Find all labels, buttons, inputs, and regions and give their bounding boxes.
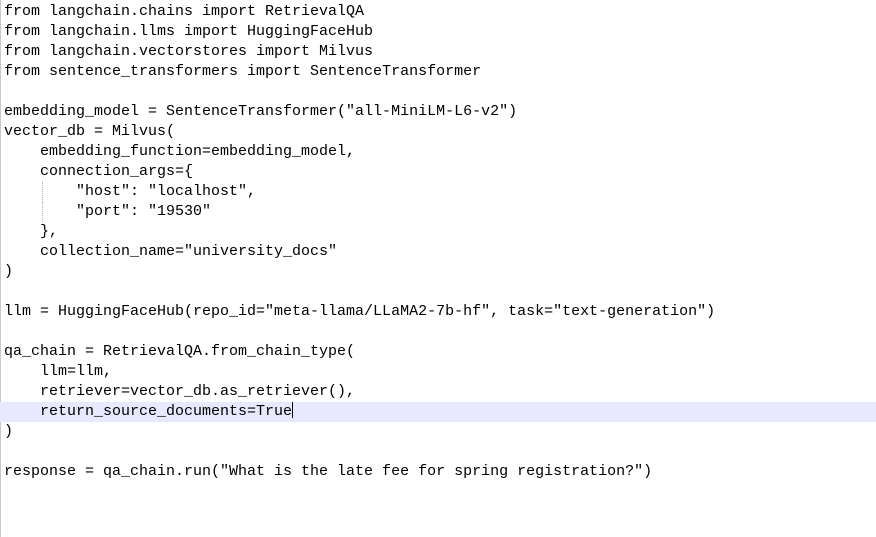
code-line[interactable]: vector_db = Milvus( bbox=[0, 122, 876, 142]
code-line[interactable]: from langchain.vectorstores import Milvu… bbox=[0, 42, 876, 62]
code-lines[interactable]: from langchain.chains import RetrievalQA… bbox=[0, 2, 876, 482]
code-line[interactable]: from sentence_transformers import Senten… bbox=[0, 62, 876, 82]
code-line-text: from sentence_transformers import Senten… bbox=[4, 63, 482, 80]
code-line[interactable] bbox=[0, 442, 876, 462]
code-line[interactable] bbox=[0, 82, 876, 102]
code-line[interactable] bbox=[0, 282, 876, 302]
code-line[interactable]: from langchain.chains import RetrievalQA bbox=[0, 2, 876, 22]
code-line-text: response = qa_chain.run("What is the lat… bbox=[4, 463, 653, 480]
code-line[interactable]: "port": "19530" bbox=[0, 202, 876, 222]
code-line[interactable]: llm = HuggingFaceHub(repo_id="meta-llama… bbox=[0, 302, 876, 322]
code-line[interactable] bbox=[0, 322, 876, 342]
text-cursor bbox=[292, 402, 294, 418]
code-line-text: from langchain.chains import RetrievalQA bbox=[4, 3, 365, 20]
code-line[interactable]: ) bbox=[0, 422, 876, 442]
code-line-text: vector_db = Milvus( bbox=[4, 123, 176, 140]
code-line[interactable]: from langchain.llms import HuggingFaceHu… bbox=[0, 22, 876, 42]
code-line-text: collection_name="university_docs" bbox=[4, 243, 338, 260]
code-editor[interactable]: from langchain.chains import RetrievalQA… bbox=[0, 0, 876, 537]
code-line[interactable]: response = qa_chain.run("What is the lat… bbox=[0, 462, 876, 482]
code-line-text: from langchain.vectorstores import Milvu… bbox=[4, 43, 374, 60]
code-line-text: llm=llm, bbox=[4, 363, 113, 380]
code-line-text: ) bbox=[4, 263, 14, 280]
code-line[interactable]: embedding_model = SentenceTransformer("a… bbox=[0, 102, 876, 122]
code-line-text: }, bbox=[4, 223, 59, 240]
code-line-text: "port": "19530" bbox=[4, 203, 212, 220]
code-line-text: from langchain.llms import HuggingFaceHu… bbox=[4, 23, 374, 40]
code-line[interactable]: collection_name="university_docs" bbox=[0, 242, 876, 262]
code-line[interactable]: connection_args={ bbox=[0, 162, 876, 182]
code-line-text: embedding_function=embedding_model, bbox=[4, 143, 356, 160]
code-line-text: return_source_documents=True bbox=[4, 403, 293, 420]
code-line[interactable]: retriever=vector_db.as_retriever(), bbox=[0, 382, 876, 402]
code-line[interactable]: qa_chain = RetrievalQA.from_chain_type( bbox=[0, 342, 876, 362]
code-line-text: llm = HuggingFaceHub(repo_id="meta-llama… bbox=[4, 303, 716, 320]
code-line[interactable]: embedding_function=embedding_model, bbox=[0, 142, 876, 162]
code-line-text: retriever=vector_db.as_retriever(), bbox=[4, 383, 356, 400]
code-line[interactable]: "host": "localhost", bbox=[0, 182, 876, 202]
code-line[interactable]: llm=llm, bbox=[0, 362, 876, 382]
code-line-active[interactable]: return_source_documents=True bbox=[0, 402, 876, 422]
code-line-text: embedding_model = SentenceTransformer("a… bbox=[4, 103, 518, 120]
code-line[interactable]: }, bbox=[0, 222, 876, 242]
code-line-text: ) bbox=[4, 423, 14, 440]
code-line-text: qa_chain = RetrievalQA.from_chain_type( bbox=[4, 343, 356, 360]
indent-guide bbox=[42, 182, 43, 202]
code-line-text: connection_args={ bbox=[4, 163, 194, 180]
indent-guide bbox=[42, 202, 43, 222]
code-line[interactable]: ) bbox=[0, 262, 876, 282]
